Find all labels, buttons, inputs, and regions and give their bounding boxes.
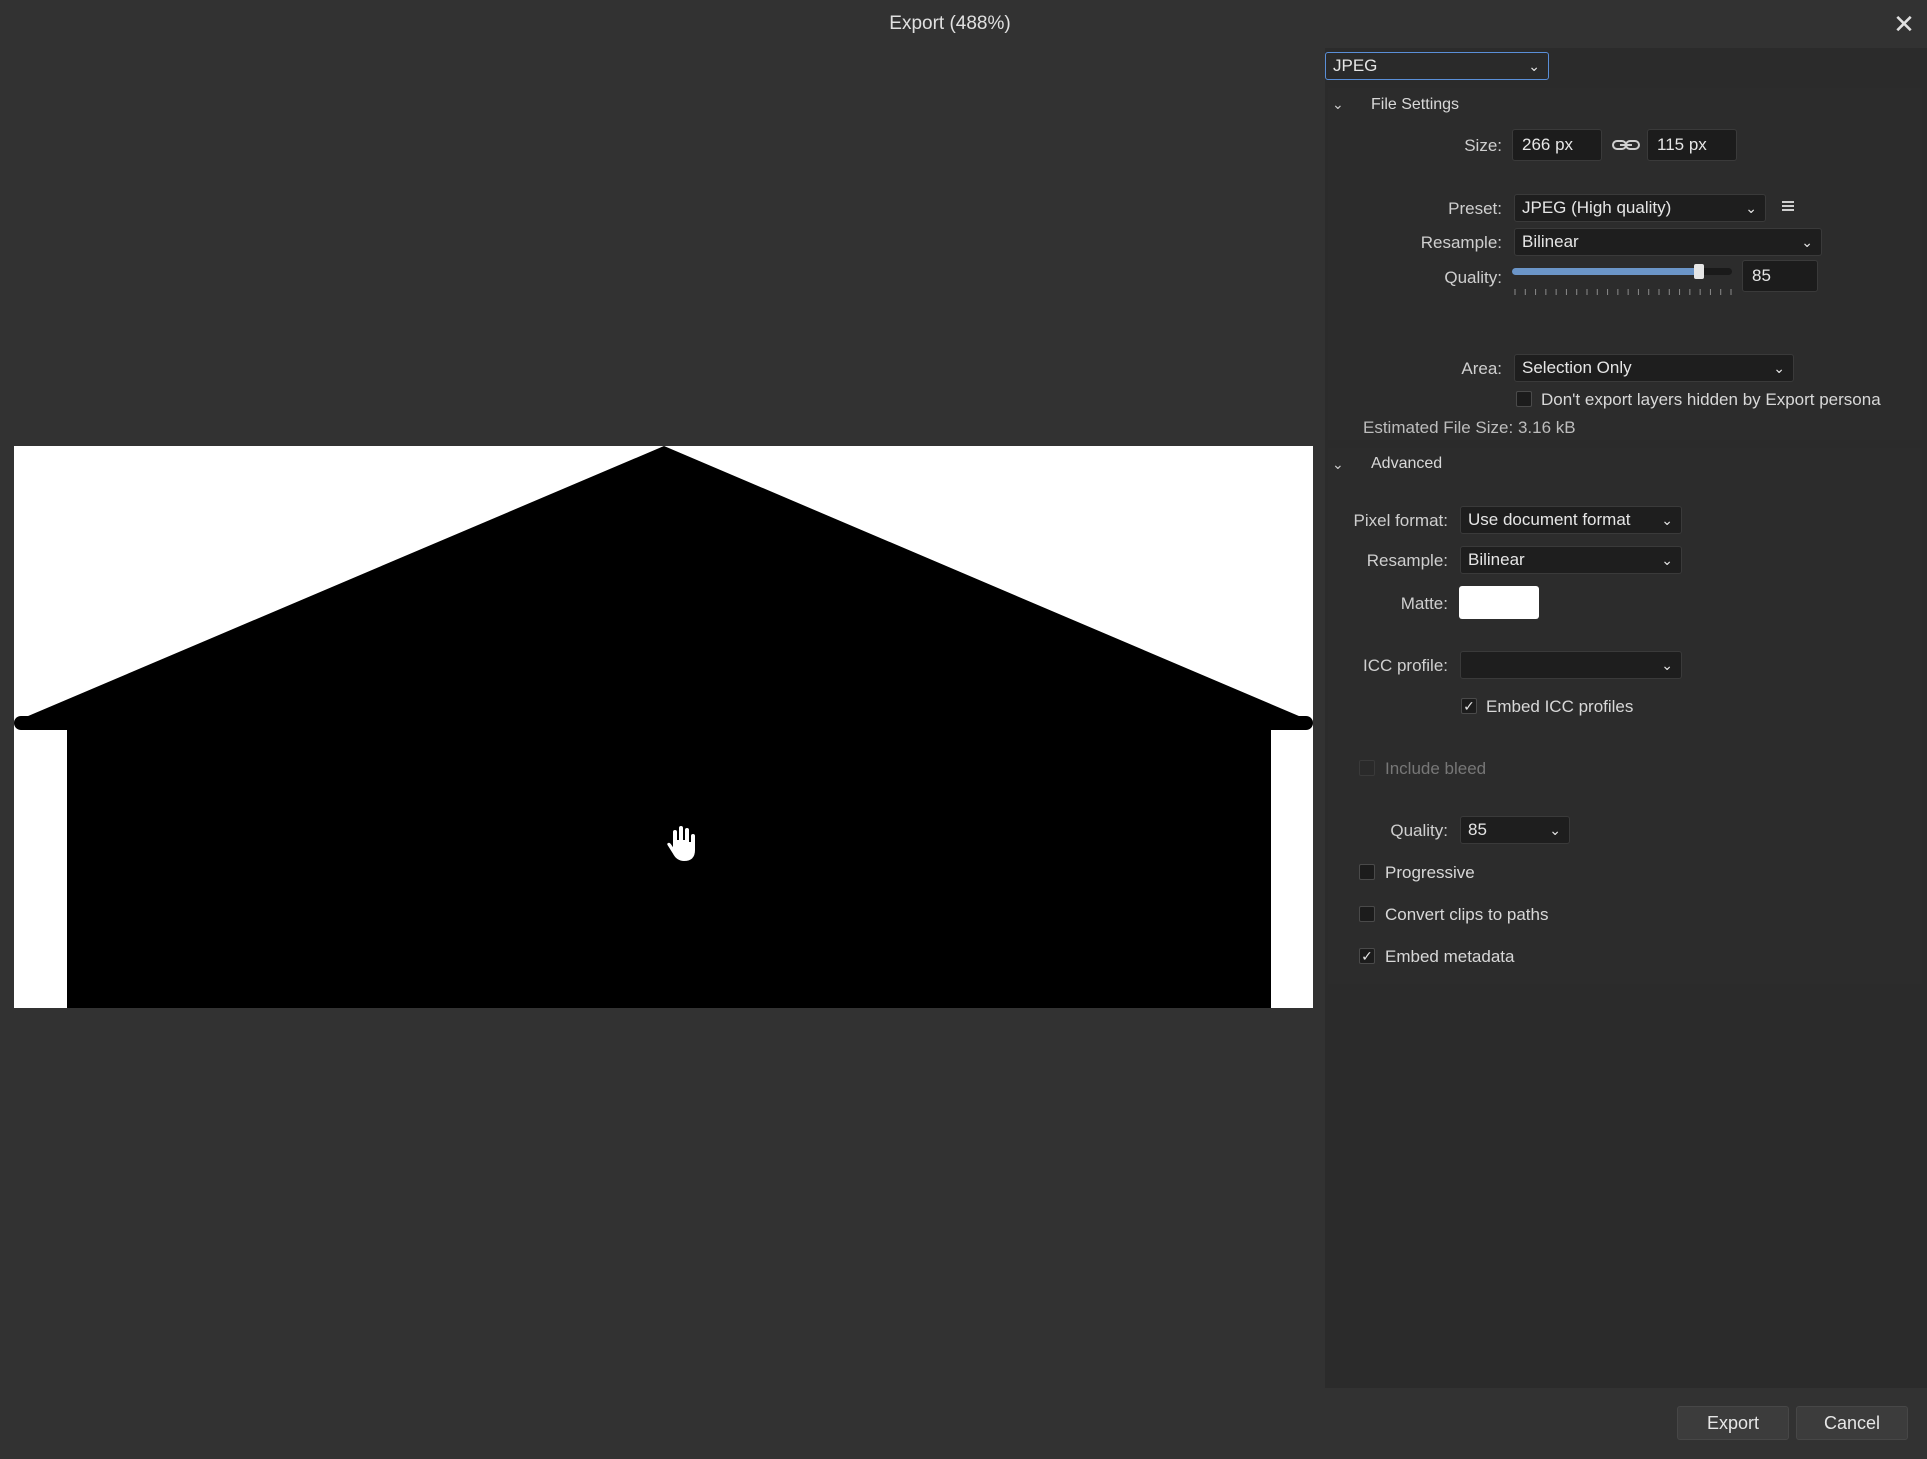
width-field[interactable]: 266 px	[1512, 129, 1602, 161]
embed-icc-checkbox[interactable]: ✓	[1461, 698, 1477, 714]
adv-quality-label: Quality:	[1390, 821, 1448, 840]
matte-color-swatch[interactable]	[1459, 586, 1539, 619]
format-select-value: JPEG	[1333, 56, 1378, 75]
chevron-down-icon: ⌄	[1661, 657, 1673, 673]
quality-slider-ticks	[1514, 284, 1732, 295]
preset-select[interactable]: JPEG (High quality) ⌄	[1514, 194, 1766, 222]
adv-quality-select[interactable]: 85 ⌄	[1460, 816, 1570, 844]
hidden-layers-checkbox[interactable]	[1516, 391, 1532, 407]
pixel-format-select[interactable]: Use document format ⌄	[1460, 506, 1682, 534]
resample-label: Resample:	[1420, 233, 1502, 252]
hamburger-menu-icon[interactable]	[1780, 198, 1796, 214]
embed-icc-label: Embed ICC profiles	[1486, 697, 1634, 716]
quality-field[interactable]: 85	[1742, 260, 1818, 292]
quality-label: Quality:	[1444, 268, 1502, 287]
embed-metadata-label: Embed metadata	[1385, 947, 1515, 966]
hidden-layers-label: Don't export layers hidden by Export per…	[1541, 390, 1881, 409]
area-label: Area:	[1461, 359, 1502, 378]
hand-cursor-icon	[662, 822, 702, 866]
resample-select-value: Bilinear	[1522, 232, 1579, 251]
cancel-button[interactable]: Cancel	[1796, 1406, 1908, 1440]
preview-image	[14, 446, 1313, 1008]
convert-clips-label: Convert clips to paths	[1385, 905, 1549, 924]
matte-label: Matte:	[1400, 594, 1448, 613]
export-button[interactable]: Export	[1677, 1406, 1789, 1440]
height-field[interactable]: 115 px	[1647, 129, 1737, 161]
chevron-down-icon: ⌄	[1745, 200, 1757, 216]
include-bleed-label: Include bleed	[1385, 759, 1487, 778]
embed-metadata-checkbox[interactable]: ✓	[1359, 948, 1375, 964]
chevron-down-icon: ⌄	[1528, 58, 1540, 74]
estimated-file-size: Estimated File Size: 3.16 kB	[1363, 418, 1576, 437]
export-preview[interactable]	[14, 446, 1313, 1008]
resample-select[interactable]: Bilinear ⌄	[1514, 228, 1822, 256]
chevron-down-icon: ⌄	[1549, 822, 1561, 838]
chevron-down-icon: ⌄	[1661, 552, 1673, 568]
advanced-header[interactable]: Advanced	[1371, 455, 1442, 473]
size-label: Size:	[1464, 136, 1502, 155]
window-title: Export (488%)	[889, 13, 1011, 34]
chevron-down-icon: ⌄	[1801, 234, 1813, 250]
icc-profile-select[interactable]: ⌄	[1460, 651, 1682, 679]
preset-select-value: JPEG (High quality)	[1522, 198, 1672, 217]
pixel-format-value: Use document format	[1468, 510, 1631, 529]
adv-resample-value: Bilinear	[1468, 550, 1525, 569]
progressive-checkbox[interactable]	[1359, 864, 1375, 880]
preset-label: Preset:	[1448, 199, 1502, 218]
area-select[interactable]: Selection Only ⌄	[1514, 354, 1794, 382]
quality-slider-thumb[interactable]	[1694, 264, 1704, 279]
area-select-value: Selection Only	[1522, 358, 1632, 377]
file-settings-header[interactable]: File Settings	[1371, 96, 1459, 114]
adv-resample-select[interactable]: Bilinear ⌄	[1460, 546, 1682, 574]
icc-profile-label: ICC profile:	[1362, 656, 1448, 675]
include-bleed-checkbox[interactable]	[1359, 760, 1375, 776]
adv-quality-value: 85	[1468, 820, 1487, 839]
convert-clips-checkbox[interactable]	[1359, 906, 1375, 922]
close-icon[interactable]: ✕	[1888, 8, 1920, 40]
adv-resample-label: Resample:	[1366, 551, 1448, 570]
chevron-down-icon: ⌄	[1773, 360, 1785, 376]
chevron-down-icon: ⌄	[1661, 512, 1673, 528]
progressive-label: Progressive	[1385, 863, 1475, 882]
chevron-down-icon[interactable]: ⌄	[1332, 456, 1344, 473]
format-select[interactable]: JPEG ⌄	[1325, 52, 1549, 80]
quality-slider-fill	[1512, 268, 1699, 275]
pixel-format-label: Pixel format:	[1353, 511, 1448, 530]
chevron-down-icon[interactable]: ⌄	[1332, 96, 1344, 113]
link-icon[interactable]	[1610, 134, 1642, 156]
